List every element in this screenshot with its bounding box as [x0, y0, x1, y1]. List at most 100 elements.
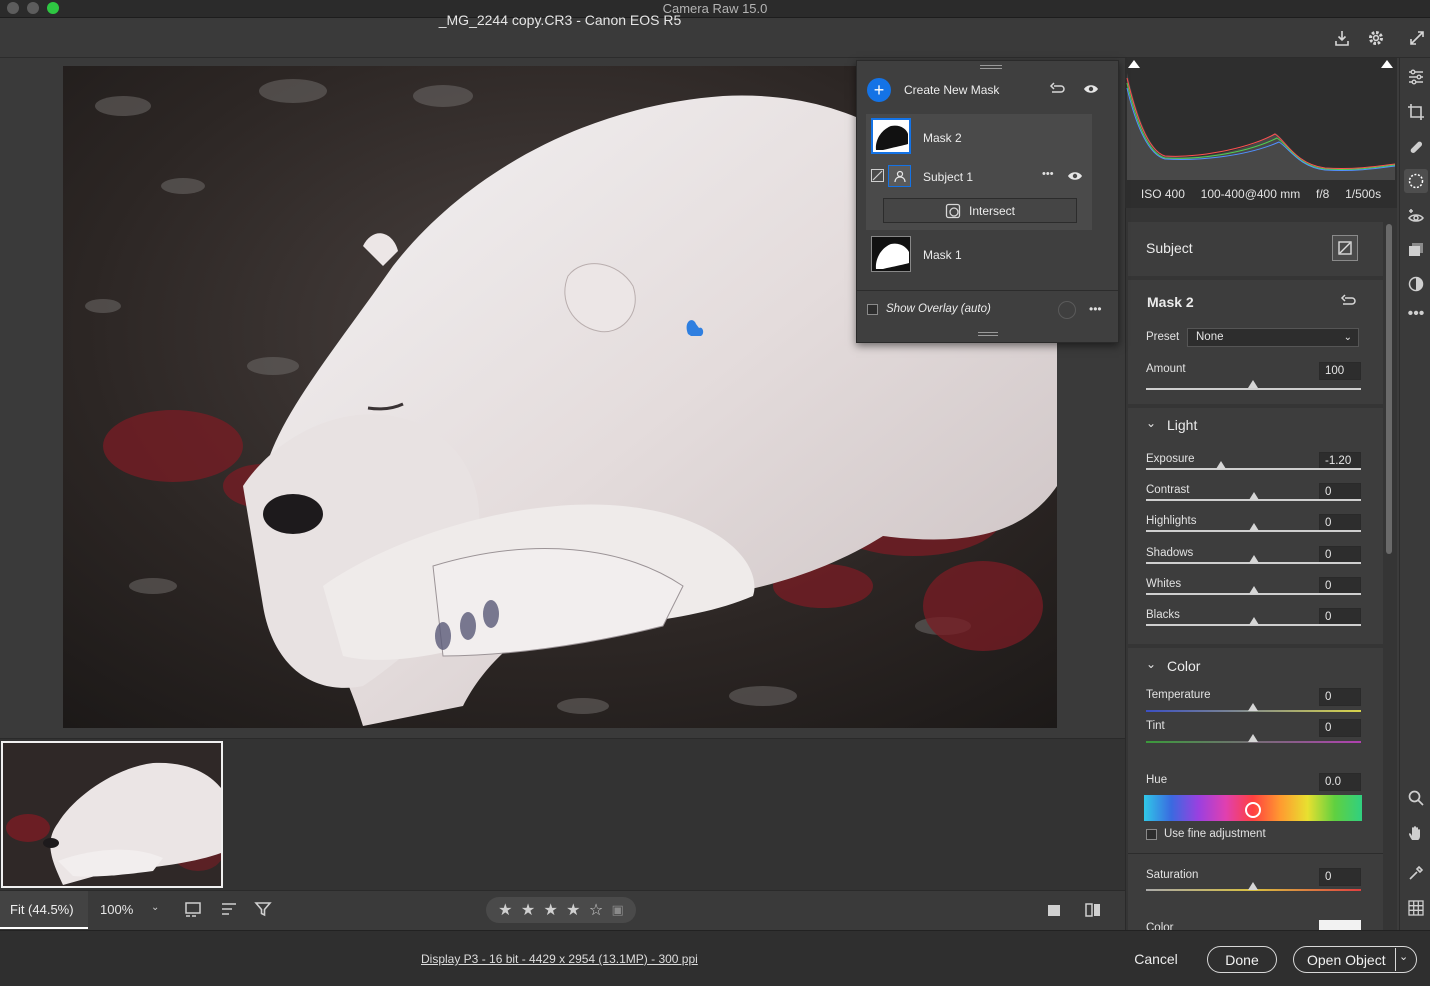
healing-brush-icon[interactable]: [1404, 135, 1428, 159]
preset-value: None: [1196, 331, 1224, 343]
star-icon[interactable]: ★: [566, 900, 580, 920]
color-sampler-icon[interactable]: [1404, 861, 1428, 885]
mask1-label[interactable]: Mask 1: [923, 248, 962, 262]
more-options-icon[interactable]: •••: [1404, 302, 1428, 326]
drag-handle[interactable]: [980, 65, 1002, 69]
resize-handle[interactable]: [978, 332, 998, 336]
star-icon[interactable]: ★: [498, 900, 512, 920]
gear-icon[interactable]: [1365, 27, 1387, 49]
exif-lens: 100-400@400 mm: [1200, 187, 1301, 201]
tint-label: Tint: [1146, 720, 1165, 732]
red-eye-icon[interactable]: [1404, 204, 1428, 228]
zoom-100-button[interactable]: 100%: [100, 902, 133, 917]
zoom-icon[interactable]: [1404, 786, 1428, 810]
fine-adjustment-checkbox[interactable]: [1146, 829, 1157, 840]
intersect-icon: [945, 203, 961, 218]
star-rating[interactable]: ★ ★ ★ ★ ☆ ▣: [486, 897, 636, 923]
exif-info: ISO 400 100-400@400 mm f/8 1/500s: [1125, 180, 1397, 208]
preset-select[interactable]: None ⌄: [1187, 328, 1359, 347]
subject1-more-icon[interactable]: •••: [1042, 168, 1054, 180]
overlay-more-icon[interactable]: •••: [1089, 302, 1102, 316]
snapshots-icon[interactable]: [1404, 238, 1428, 262]
cancel-button[interactable]: Cancel: [1124, 946, 1188, 972]
create-mask-plus-icon[interactable]: +: [867, 78, 891, 102]
masking-icon[interactable]: [1404, 169, 1428, 193]
light-slider-thumb[interactable]: [1248, 523, 1259, 532]
edit-sliders-icon[interactable]: [1404, 65, 1428, 89]
open-options-chevron-icon[interactable]: ⌄: [1399, 950, 1408, 963]
hue-label: Hue: [1146, 774, 1168, 786]
workflow-options-link[interactable]: Display P3 - 16 bit - 4429 x 2954 (13.1M…: [421, 952, 698, 966]
subtract-mode-icon[interactable]: [871, 169, 884, 182]
saturation-value[interactable]: 0: [1319, 868, 1361, 886]
show-overlay-checkbox[interactable]: [867, 304, 878, 315]
amount-track[interactable]: [1146, 388, 1361, 390]
exif-shutter: 1/500s: [1345, 187, 1382, 201]
create-new-mask-button[interactable]: Create New Mask: [904, 83, 999, 97]
tint-value[interactable]: 0: [1319, 719, 1361, 737]
light-slider-thumb[interactable]: [1216, 461, 1227, 469]
trash-icon[interactable]: ▣: [612, 902, 624, 918]
light-title[interactable]: Light: [1167, 417, 1197, 433]
hue-value[interactable]: 0.0: [1319, 773, 1361, 791]
light-slider-thumb[interactable]: [1248, 554, 1259, 563]
star-icon[interactable]: ★: [544, 900, 558, 920]
reset-icon[interactable]: [1340, 293, 1356, 312]
chevron-down-icon[interactable]: ⌄: [1146, 416, 1156, 430]
exif-iso: ISO 400: [1140, 187, 1185, 201]
filmstrip-thumbnail[interactable]: [1, 741, 223, 888]
color-swatch[interactable]: [1319, 920, 1361, 930]
mask2-thumbnail[interactable]: [871, 118, 911, 154]
light-slider-label: Exposure: [1146, 453, 1195, 465]
hue-marker[interactable]: [1245, 802, 1261, 818]
star-empty-icon[interactable]: ☆: [589, 900, 603, 920]
eye-icon[interactable]: [1067, 169, 1083, 186]
tint-slider-thumb[interactable]: [1248, 734, 1258, 742]
eye-icon[interactable]: [1083, 82, 1099, 99]
panel-scrollbar[interactable]: [1386, 224, 1392, 554]
light-slider-label: Blacks: [1146, 609, 1180, 621]
single-view-icon[interactable]: [1046, 902, 1062, 918]
show-overlay-label: Show Overlay (auto): [886, 303, 991, 315]
presets-icon[interactable]: [1404, 272, 1428, 296]
temperature-slider-thumb[interactable]: [1248, 703, 1258, 711]
amount-label: Amount: [1146, 363, 1186, 375]
invert-mask-icon[interactable]: [1332, 235, 1358, 261]
done-button[interactable]: Done: [1207, 946, 1277, 973]
star-icon[interactable]: ★: [521, 900, 535, 920]
sort-icon[interactable]: [220, 900, 240, 921]
filmstrip-view-icon[interactable]: [184, 900, 204, 921]
color-title[interactable]: Color: [1167, 658, 1200, 674]
grid-icon[interactable]: [1404, 896, 1428, 920]
intersect-label: Intersect: [968, 203, 1016, 218]
amount-value[interactable]: 100: [1319, 362, 1361, 380]
amount-slider-thumb[interactable]: [1248, 380, 1258, 388]
intersect-button[interactable]: Intersect: [883, 198, 1077, 223]
exif-aperture: f/8: [1315, 187, 1330, 201]
fullscreen-icon[interactable]: [1406, 27, 1428, 49]
temperature-value[interactable]: 0: [1319, 688, 1361, 706]
subject1-label[interactable]: Subject 1: [923, 170, 973, 184]
saturation-slider-thumb[interactable]: [1248, 882, 1258, 890]
light-slider-thumb[interactable]: [1248, 492, 1259, 501]
undo-icon[interactable]: [1049, 81, 1067, 100]
light-slider-track[interactable]: [1146, 468, 1361, 470]
hand-icon[interactable]: [1404, 821, 1428, 845]
divider: [857, 290, 1118, 291]
subject-person-icon[interactable]: [888, 165, 911, 187]
light-slider-thumb[interactable]: [1248, 585, 1259, 594]
save-icon[interactable]: [1331, 27, 1353, 49]
overlay-color-icon[interactable]: [1058, 301, 1076, 319]
preset-label: Preset: [1146, 331, 1180, 343]
before-after-icon[interactable]: [1084, 901, 1102, 919]
zoom-dropdown-chevron-icon[interactable]: ⌄: [151, 902, 159, 913]
crop-icon[interactable]: [1404, 100, 1428, 124]
filter-icon[interactable]: [254, 900, 272, 921]
mask1-thumbnail[interactable]: [871, 236, 911, 272]
mask2-label[interactable]: Mask 2: [923, 131, 962, 145]
light-slider-label: Contrast: [1146, 484, 1190, 497]
light-slider-thumb[interactable]: [1248, 617, 1259, 625]
temperature-label: Temperature: [1146, 689, 1211, 701]
chevron-down-icon[interactable]: ⌄: [1146, 657, 1156, 671]
zoom-fit-button[interactable]: Fit (44.5%): [0, 891, 88, 929]
